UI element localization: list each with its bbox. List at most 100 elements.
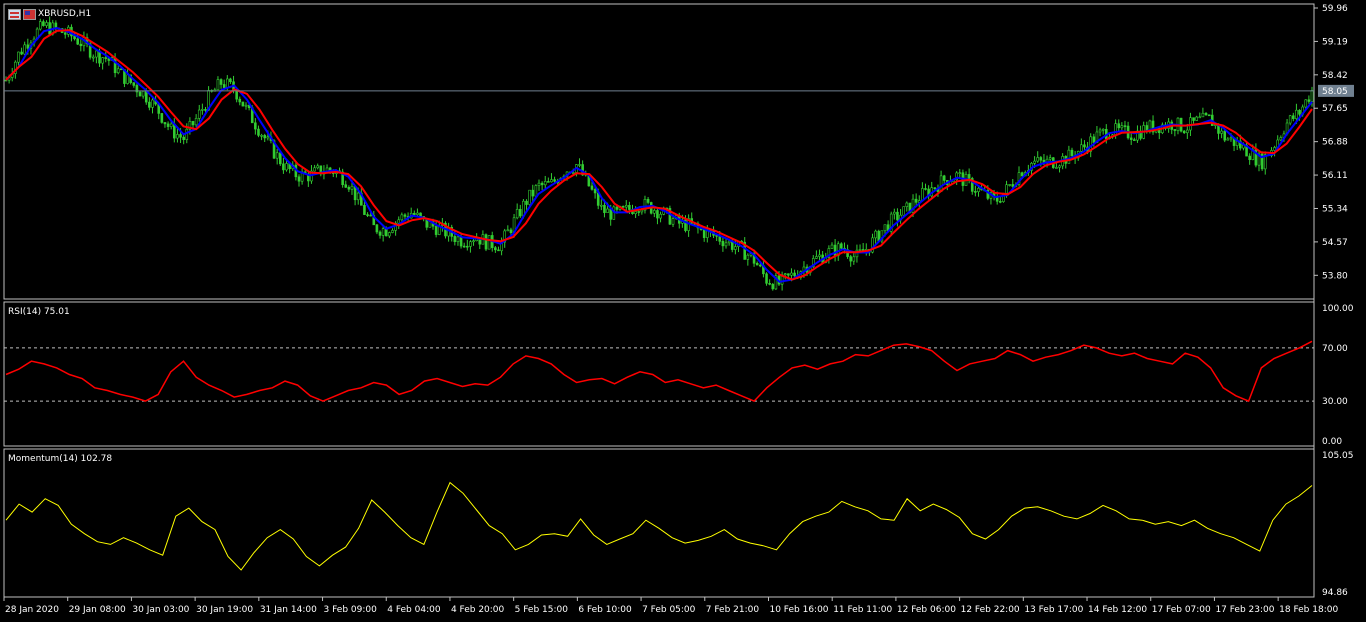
candle-body	[194, 118, 198, 126]
candle-body	[771, 284, 775, 290]
candle-body	[403, 214, 407, 217]
candle-body	[484, 234, 488, 250]
candle-body	[257, 128, 260, 136]
ma-fast-line	[5, 26, 1313, 283]
candle-body	[600, 204, 603, 207]
candle-body	[1070, 149, 1074, 156]
candle-body	[487, 235, 491, 250]
candle-body	[967, 174, 971, 179]
candle-body	[905, 202, 909, 207]
candle-body	[260, 135, 263, 137]
candle-body	[472, 240, 475, 243]
candle-body	[942, 175, 946, 181]
time-tick-label: 4 Feb 04:00	[387, 605, 441, 615]
candle-body	[126, 74, 129, 84]
price-tick-label: 59.96	[1322, 4, 1348, 14]
candle-body	[1220, 130, 1223, 134]
candle-body	[793, 272, 796, 277]
candle-body	[204, 109, 207, 111]
candle-body	[1298, 109, 1301, 115]
candle-body	[1033, 160, 1036, 164]
time-tick-label: 6 Feb 10:00	[578, 605, 632, 615]
candle-body	[783, 273, 787, 276]
candle-body	[185, 128, 189, 140]
candle-body	[375, 224, 379, 233]
candle-body	[1039, 157, 1043, 161]
time-tick-label: 17 Feb 23:00	[1215, 605, 1274, 615]
candle-body	[1288, 115, 1292, 124]
candle-body	[509, 229, 513, 233]
candle-body	[525, 200, 528, 205]
us-flag-icon	[23, 9, 36, 20]
candle-body	[20, 51, 23, 55]
candle-body	[462, 245, 466, 248]
candle-body	[285, 163, 288, 171]
momentum-line	[5, 481, 1313, 571]
candle-body	[877, 230, 881, 242]
candle-body	[1198, 116, 1202, 119]
candle-body	[1129, 137, 1133, 140]
rsi-pane-border	[3, 301, 1315, 447]
time-tick-label: 5 Feb 15:00	[515, 605, 569, 615]
momentum-tick-label: 105.05	[1322, 451, 1354, 461]
candle-body	[1304, 99, 1308, 108]
time-tick-label: 30 Jan 19:00	[196, 605, 253, 615]
candle-body	[48, 22, 51, 35]
candle-body	[397, 219, 401, 224]
candle-body	[222, 84, 226, 88]
candle-body	[226, 78, 229, 88]
candle-body	[347, 187, 351, 190]
candle-body	[388, 232, 391, 237]
candle-body	[787, 273, 790, 276]
candle-body	[553, 179, 556, 182]
time-tick-label: 14 Feb 12:00	[1088, 605, 1147, 615]
candle-body	[179, 134, 182, 138]
candle-body	[176, 134, 179, 139]
candle-body	[1067, 149, 1071, 164]
time-tick-label: 12 Feb 06:00	[897, 605, 956, 615]
candle-body	[958, 172, 962, 175]
price-pane	[4, 16, 1314, 291]
rsi-tick-label: 70.00	[1322, 344, 1348, 354]
candle-body	[593, 189, 597, 194]
candle-body	[702, 229, 706, 238]
candle-body	[313, 167, 316, 172]
candle-body	[148, 101, 151, 108]
candle-body	[621, 206, 625, 208]
candle-body	[366, 214, 369, 216]
candle-body	[1101, 128, 1105, 131]
candle-body	[849, 256, 852, 262]
price-tick-label: 58.42	[1322, 71, 1348, 81]
candle-body	[840, 243, 843, 249]
candle-body	[466, 245, 469, 248]
candle-body	[160, 113, 164, 123]
candle-body	[1055, 167, 1058, 169]
candle-body	[144, 91, 148, 103]
candle-body	[1011, 184, 1015, 187]
candle-body	[151, 99, 154, 108]
price-tick-label: 57.65	[1322, 104, 1348, 114]
candle-body	[419, 212, 422, 217]
candle-body	[1005, 184, 1008, 194]
candle-body	[518, 208, 522, 217]
rsi-pane	[4, 340, 1314, 403]
candle-body	[316, 165, 319, 169]
candle-body	[91, 56, 95, 59]
candle-body	[893, 211, 896, 215]
current-price-label: 58.05	[1322, 87, 1348, 97]
candle-body	[671, 218, 675, 225]
candle-body	[721, 241, 725, 247]
candle-body	[540, 182, 544, 186]
candle-body	[1226, 138, 1230, 141]
candle-body	[191, 121, 195, 126]
candle-body	[244, 104, 248, 107]
candle-body	[459, 236, 463, 247]
price-tick-label: 56.88	[1322, 138, 1348, 148]
candles	[4, 16, 1314, 291]
time-tick-label: 30 Jan 03:00	[132, 605, 189, 615]
candle-body	[606, 208, 609, 213]
candle-body	[400, 214, 404, 221]
candle-body	[1083, 144, 1086, 148]
time-tick-label: 13 Feb 17:00	[1024, 605, 1083, 615]
candle-body	[746, 254, 750, 260]
